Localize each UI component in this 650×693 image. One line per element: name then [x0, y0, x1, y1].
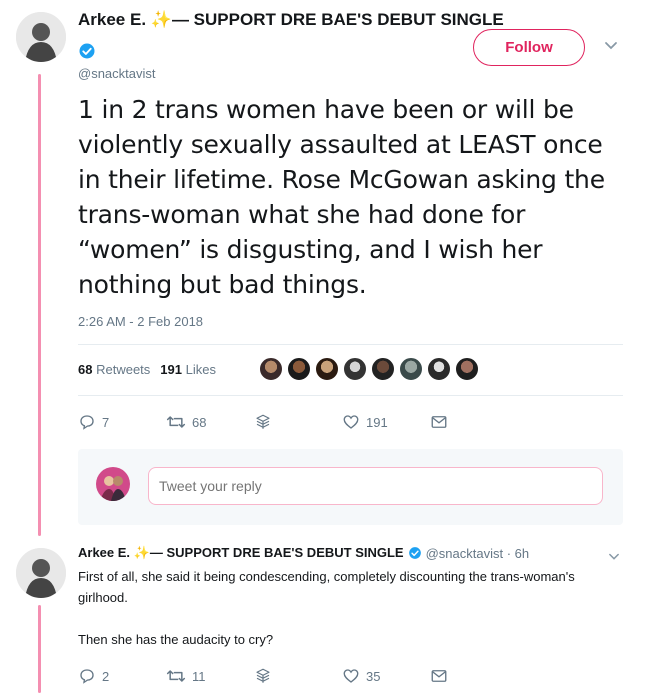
heart-icon	[343, 415, 359, 429]
retweets-label: Retweets	[96, 362, 151, 377]
sparkle-emoji: ✨	[133, 545, 150, 560]
like-action[interactable]: 35	[342, 667, 402, 685]
likes-stat[interactable]: 191 Likes	[160, 362, 216, 377]
stack-icon	[256, 668, 270, 683]
display-name-text: Arkee E.	[78, 10, 147, 29]
liker-avatar[interactable]	[342, 356, 368, 382]
retweet-icon	[166, 670, 186, 682]
retweet-count: 68	[192, 414, 207, 430]
reply-name-suffix: — SUPPORT DRE BAE'S DEBUT SINGLE	[149, 545, 404, 560]
reply-header: Arkee E. ✨— SUPPORT DRE BAE'S DEBUT SING…	[78, 545, 529, 561]
like-action[interactable]: 191	[342, 413, 402, 431]
retweet-action[interactable]: 11	[166, 667, 226, 685]
display-name[interactable]: Arkee E. ✨— SUPPORT DRE BAE'S DEBUT SING…	[78, 10, 538, 30]
stack-icon	[256, 414, 270, 429]
avatar[interactable]	[16, 548, 66, 598]
verified-badge-icon	[408, 547, 421, 559]
liker-avatar[interactable]	[314, 356, 340, 382]
thread-line	[38, 74, 41, 536]
liker-avatar[interactable]	[286, 356, 312, 382]
chevron-down-icon[interactable]	[607, 552, 621, 562]
stack-action[interactable]	[254, 667, 310, 685]
like-count: 191	[366, 414, 388, 430]
liker-avatar[interactable]	[426, 356, 452, 382]
reply-input[interactable]	[148, 467, 603, 505]
reply-actions: 2 11 35	[78, 667, 476, 685]
mail-icon	[431, 670, 447, 682]
handle[interactable]: @snacktavist	[78, 66, 156, 81]
reply-composer	[78, 449, 623, 525]
heart-icon	[343, 669, 359, 683]
likes-count: 191	[160, 362, 182, 377]
reply-display-name[interactable]: Arkee E. ✨— SUPPORT DRE BAE'S DEBUT SING…	[78, 545, 404, 561]
reply-icon	[80, 415, 94, 430]
likes-label: Likes	[185, 362, 216, 377]
liker-avatar[interactable]	[258, 356, 284, 382]
follow-button[interactable]: Follow	[473, 29, 585, 66]
liker-avatar[interactable]	[454, 356, 480, 382]
reply-paragraph: Then she has the audacity to cry?	[78, 632, 274, 647]
avatar[interactable]	[96, 467, 130, 501]
display-name-suffix: — SUPPORT DRE BAE'S DEBUT SINGLE	[171, 10, 504, 29]
reply-count: 2	[102, 668, 110, 684]
reply-count: 7	[102, 414, 110, 430]
reply-action[interactable]: 7	[78, 413, 138, 431]
liker-avatars	[258, 356, 480, 382]
verified-badge-icon	[79, 43, 95, 59]
dm-action[interactable]	[430, 668, 448, 684]
retweet-count: 11	[192, 668, 206, 684]
reply-icon	[80, 669, 94, 684]
tweet-text: 1 in 2 trans women have been or will be …	[78, 95, 605, 299]
retweets-stat[interactable]: 68 Retweets	[78, 362, 150, 377]
stack-action[interactable]	[254, 413, 310, 431]
thread-line-bottom	[38, 605, 41, 693]
liker-avatar[interactable]	[398, 356, 424, 382]
divider	[78, 344, 623, 345]
chevron-down-icon[interactable]	[603, 40, 619, 52]
mail-icon	[431, 416, 447, 428]
reply-handle-time[interactable]: @snacktavist · 6h	[426, 546, 530, 561]
tweet-actions: 7 68 191	[78, 413, 476, 431]
reply-text: First of all, she said it being condesce…	[78, 566, 608, 671]
like-count: 35	[366, 668, 381, 684]
timestamp[interactable]: 2:26 AM - 2 Feb 2018	[78, 314, 203, 329]
retweet-icon	[166, 416, 186, 428]
engagement-stats: 68 Retweets 191 Likes	[78, 362, 216, 377]
sparkle-emoji: ✨	[150, 10, 172, 29]
dm-action[interactable]	[430, 414, 448, 430]
retweets-count: 68	[78, 362, 93, 377]
reply-name-text: Arkee E.	[78, 545, 131, 560]
retweet-action[interactable]: 68	[166, 413, 226, 431]
avatar[interactable]	[16, 12, 66, 62]
reply-action[interactable]: 2	[78, 667, 138, 685]
reply-paragraph: First of all, she said it being condesce…	[78, 569, 575, 605]
liker-avatar[interactable]	[370, 356, 396, 382]
divider	[78, 395, 623, 396]
